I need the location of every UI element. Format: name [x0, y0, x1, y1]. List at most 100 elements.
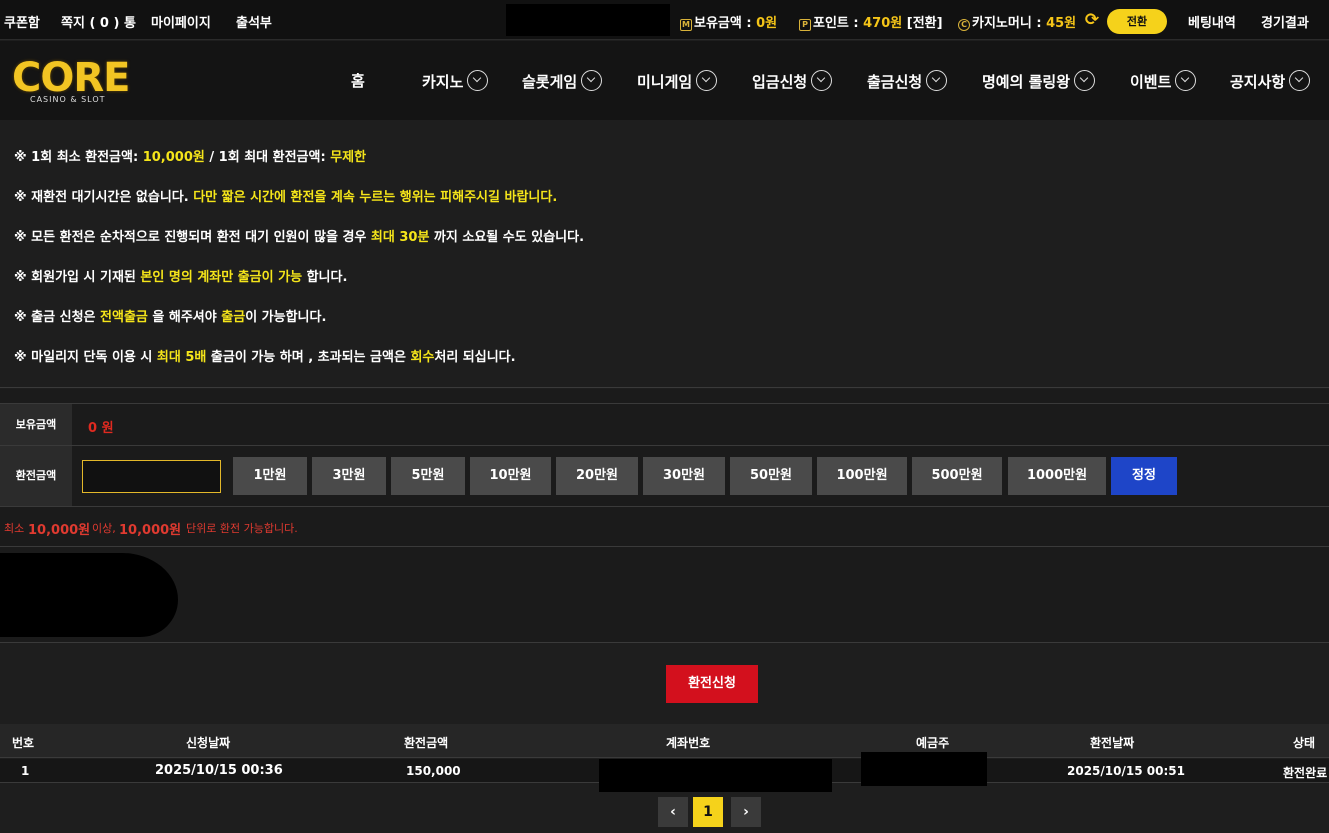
chevron-down-icon: [1074, 70, 1096, 91]
bet-history-link[interactable]: 베팅내역: [1188, 12, 1236, 31]
chevron-down-icon: [467, 70, 489, 91]
col-status: 상태: [1293, 736, 1316, 750]
notice-line: ※ 회원가입 시 기재된 본인 명의 계좌만 출금이 가능 합니다.: [14, 270, 348, 285]
redacted-account: [599, 759, 832, 792]
amount-button-100k[interactable]: 10만원: [470, 457, 551, 495]
col-holder: 예금주: [916, 736, 950, 750]
submit-withdraw-button[interactable]: 환전신청: [666, 665, 758, 703]
row-request-date: 2025/10/15 00:36: [155, 763, 283, 778]
notice-line: ※ 재환전 대기시간은 없습니다. 다만 짧은 시간에 환전을 계속 누르는 행…: [14, 190, 558, 205]
nav-home-label: 홈: [351, 72, 365, 90]
row-amount: 150,000: [406, 764, 461, 778]
col-amount: 환전금액: [404, 736, 449, 750]
nav-event-label: 이벤트: [1130, 73, 1172, 91]
amount-button-10k[interactable]: 1만원: [233, 457, 307, 495]
money-icon: M: [680, 19, 692, 31]
amount-button-200k[interactable]: 20만원: [556, 457, 638, 495]
mypage-link[interactable]: 마이페이지: [151, 12, 211, 31]
reset-button[interactable]: 정정: [1111, 457, 1177, 495]
col-number: 번호: [12, 736, 35, 750]
chevron-down-icon: [926, 70, 948, 91]
amount-hint: 최소 10,000원 이상, 10,000원 단위로 환전 가능합니다.: [0, 506, 1329, 547]
redacted-username: [506, 4, 670, 36]
nav-rolling-king[interactable]: 명예의 롤링왕: [982, 70, 1096, 92]
nav-rolling-king-label: 명예의 롤링왕: [982, 73, 1071, 91]
balance-row-value: 0 원: [88, 421, 114, 436]
row-status: 환전완료: [1283, 766, 1328, 780]
amount-button-1m[interactable]: 100만원: [817, 457, 907, 495]
amount-input[interactable]: [82, 460, 221, 493]
notice-line: ※ 마일리지 단독 이용 시 최대 5배 출금이 가능 하며 , 초과되는 금액…: [14, 350, 516, 365]
refresh-icon[interactable]: ⟳: [1083, 11, 1101, 29]
amount-button-300k[interactable]: 30만원: [643, 457, 725, 495]
nav-notice-label: 공지사항: [1230, 73, 1286, 91]
notice-line: ※ 1회 최소 환전금액: 10,000원 / 1회 최대 환전금액: 무제한: [14, 150, 367, 165]
nav-minigame[interactable]: 미니게임: [637, 70, 718, 92]
point-display: P 포인트 : 470원 [전환]: [799, 12, 943, 31]
balance-display: M 보유금액 : 0원: [680, 12, 777, 31]
amount-row: 환전금액 1만원 3만원 5만원 10만원 20만원 30만원 50만원 100…: [0, 445, 1329, 506]
nav-slot-label: 슬롯게임: [522, 73, 578, 91]
nav-casino[interactable]: 카지노: [422, 70, 489, 92]
redacted-holder: [861, 752, 987, 786]
nav-home[interactable]: 홈: [351, 70, 365, 91]
balance-row-label: 보유금액: [0, 404, 72, 445]
hint-unit-amount: 10,000원: [119, 523, 182, 538]
hint-suffix: 단위로 환전 가능합니다.: [186, 522, 298, 535]
nav-notice[interactable]: 공지사항: [1230, 70, 1311, 92]
info-area: [0, 547, 1329, 643]
notice-line: ※ 출금 신청은 전액출금 을 해주셔야 출금이 가능합니다.: [14, 310, 327, 325]
nav-deposit[interactable]: 입금신청: [752, 70, 833, 92]
hint-min-amount: 10,000원: [28, 523, 91, 538]
amount-button-10m[interactable]: 1000만원: [1008, 457, 1106, 495]
nav-event[interactable]: 이벤트: [1130, 70, 1197, 92]
row-number: 1: [21, 764, 30, 778]
convert-button[interactable]: 전환: [1107, 9, 1167, 34]
main-header: CORE CASINO & SLOT 홈 카지노 슬롯게임 미니게임 입금신청 …: [0, 41, 1329, 120]
hint-prefix: 최소: [4, 522, 25, 535]
amount-button-50k[interactable]: 5만원: [391, 457, 465, 495]
notice-section: ※ 1회 최소 환전금액: 10,000원 / 1회 최대 환전금액: 무제한 …: [0, 120, 1329, 388]
nav-deposit-label: 입금신청: [752, 73, 808, 91]
amount-button-500k[interactable]: 50만원: [730, 457, 812, 495]
notice-line: ※ 모든 환전은 순차적으로 진행되며 환전 대기 인원이 많을 경우 최대 3…: [14, 230, 585, 245]
amount-button-30k[interactable]: 3만원: [312, 457, 386, 495]
nav-casino-label: 카지노: [422, 73, 464, 91]
row-done-date: 2025/10/15 00:51: [1067, 764, 1185, 778]
attendance-link[interactable]: 출석부: [236, 12, 272, 31]
chevron-down-icon: [581, 70, 603, 91]
nav-withdraw-label: 출금신청: [867, 73, 923, 91]
balance-label: 보유금액 :: [694, 16, 752, 31]
chevron-down-icon: [811, 70, 833, 91]
chevron-down-icon: [1289, 70, 1311, 91]
chevron-down-icon: [1175, 70, 1197, 91]
coupon-link[interactable]: 쿠폰함: [4, 12, 40, 31]
balance-value: 0원: [756, 16, 778, 31]
casino-icon: C: [958, 19, 970, 31]
game-results-link[interactable]: 경기결과: [1261, 12, 1309, 31]
casino-money-value: 45원: [1046, 16, 1077, 31]
point-icon: P: [799, 19, 811, 31]
point-value: 470원: [863, 16, 903, 31]
casino-money-display: C 카지노머니 : 45원: [958, 12, 1076, 31]
page-1-button[interactable]: 1: [693, 797, 723, 827]
redacted-area: [0, 553, 178, 637]
next-page-button[interactable]: ›: [731, 797, 761, 827]
casino-money-label: 카지노머니 :: [972, 16, 1042, 31]
logo-text: CORE: [12, 55, 130, 101]
top-bar: 쿠폰함 쪽지 ( 0 ) 통 마이페이지 출석부 M 보유금액 : 0원 P 포인트…: [0, 0, 1329, 40]
col-done-date: 환전날짜: [1090, 736, 1135, 750]
nav-withdraw[interactable]: 출금신청: [867, 70, 948, 92]
chevron-down-icon: [696, 70, 718, 91]
point-label: 포인트 :: [813, 16, 859, 31]
point-convert-link[interactable]: [전환]: [907, 16, 943, 31]
message-link[interactable]: 쪽지 ( 0 ) 통: [61, 12, 136, 31]
col-request-date: 신청날짜: [186, 736, 231, 750]
site-logo[interactable]: CORE CASINO & SLOT: [12, 58, 134, 108]
prev-page-button[interactable]: ‹: [658, 797, 688, 827]
col-account: 계좌번호: [666, 736, 711, 750]
amount-button-5m[interactable]: 500만원: [912, 457, 1002, 495]
history-table-header: 번호 신청날짜 환전금액 계좌번호 예금주 환전날짜 상태: [0, 724, 1329, 758]
nav-slot[interactable]: 슬롯게임: [522, 70, 603, 92]
section-divider: [0, 389, 1329, 403]
